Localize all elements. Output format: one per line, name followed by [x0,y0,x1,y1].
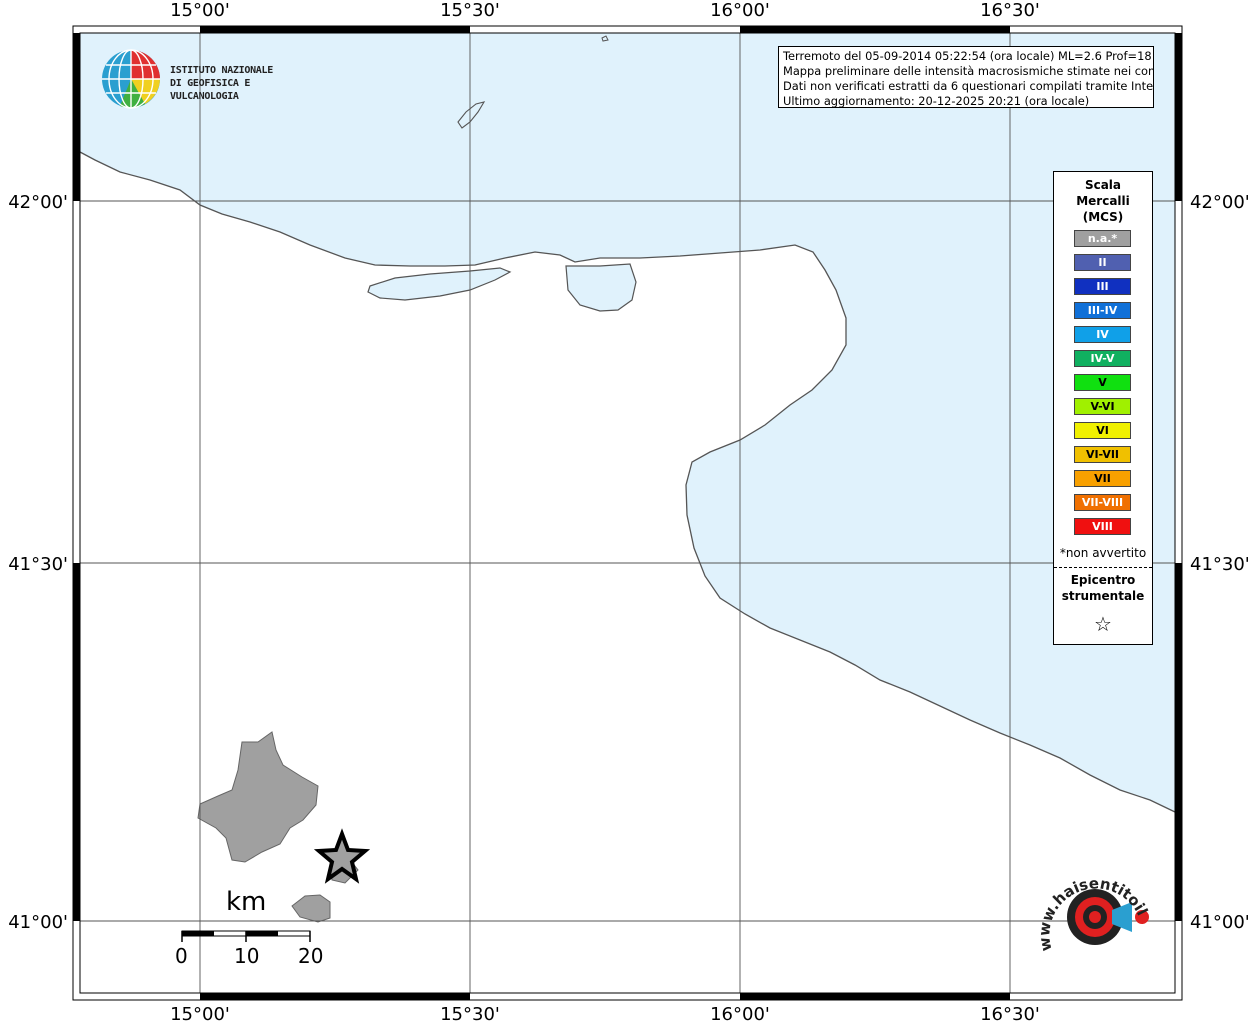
legend-item: III-IV [1074,302,1131,319]
scale-unit: km [226,887,267,917]
legend-separator [1054,567,1152,568]
legend-item: II [1074,254,1131,271]
lat-label-left-3: 41°00' [8,912,68,933]
legend-epicenter-1: Epicentro [1070,573,1136,587]
lon-label-bottom-2: 15°30' [440,1004,500,1024]
lon-label-top-3: 16°00' [710,0,770,21]
legend-item: VII [1074,470,1131,487]
legend-item: VI [1074,422,1131,439]
ingv-logo: ISTITUTO NAZIONALE DI GEOFISICA E VULCAN… [100,48,320,110]
info-line-4: Ultimo aggiornamento: 20-12-2025 20:21 (… [783,94,1090,108]
lon-label-bottom-1: 15°00' [170,1004,230,1024]
legend-item: VII-VIII [1074,494,1131,511]
legend-item: VIII [1074,518,1131,535]
info-line-1: Terremoto del 05-09-2014 05:22:54 (ora l… [783,49,1154,63]
lon-label-bottom-4: 16°30' [980,1004,1040,1024]
info-line-2: Mappa preliminare delle intensità macros… [783,64,1154,78]
lon-label-top-1: 15°00' [170,0,230,21]
lat-label-left-1: 42°00' [8,192,68,213]
haisentito-badge: www.haisentitoilterremoto.it [1040,860,1150,953]
legend-item: V [1074,374,1131,391]
lat-label-right-2: 41°30' [1190,554,1250,575]
legend-item: III [1074,278,1131,295]
legend-epicenter-2: strumentale [1061,589,1145,603]
legend-title-3: (MCS) [1082,210,1124,224]
logo-text-line2: DI GEOFISICA E VULCANOLOGIA [170,78,251,102]
legend-title-1: Scala [1084,178,1122,192]
mcs-legend: Scala Mercalli (MCS) n.a.* II III III-IV IV I… [1053,171,1153,645]
lon-label-bottom-3: 16°00' [710,1004,770,1024]
legend-item: IV [1074,326,1131,343]
lat-label-right-1: 42°00' [1190,192,1250,213]
lon-label-top-2: 15°30' [440,0,500,21]
legend-item: n.a.* [1074,230,1131,247]
scale-label-20: 20 [298,944,324,968]
legend-item: V-VI [1074,398,1131,415]
scale-label-0: 0 [175,944,188,968]
scale-label-10: 10 [234,944,260,968]
legend-item: IV-V [1074,350,1131,367]
globe-icon [102,49,160,109]
legend-item: VI-VII [1074,446,1131,463]
legend-title-2: Mercalli [1076,194,1130,208]
legend-note: *non avvertito [1059,546,1147,560]
info-line-3: Dati non verificati estratti da 6 questi… [783,79,1154,93]
lon-label-top-4: 16°30' [980,0,1040,21]
event-info-box: Terremoto del 05-09-2014 05:22:54 (ora l… [778,46,1154,108]
lat-label-left-2: 41°30' [8,554,68,575]
logo-text-line1: ISTITUTO NAZIONALE [170,65,273,76]
lat-label-right-3: 41°00' [1190,912,1250,933]
legend-star-icon: ☆ [1094,612,1112,636]
